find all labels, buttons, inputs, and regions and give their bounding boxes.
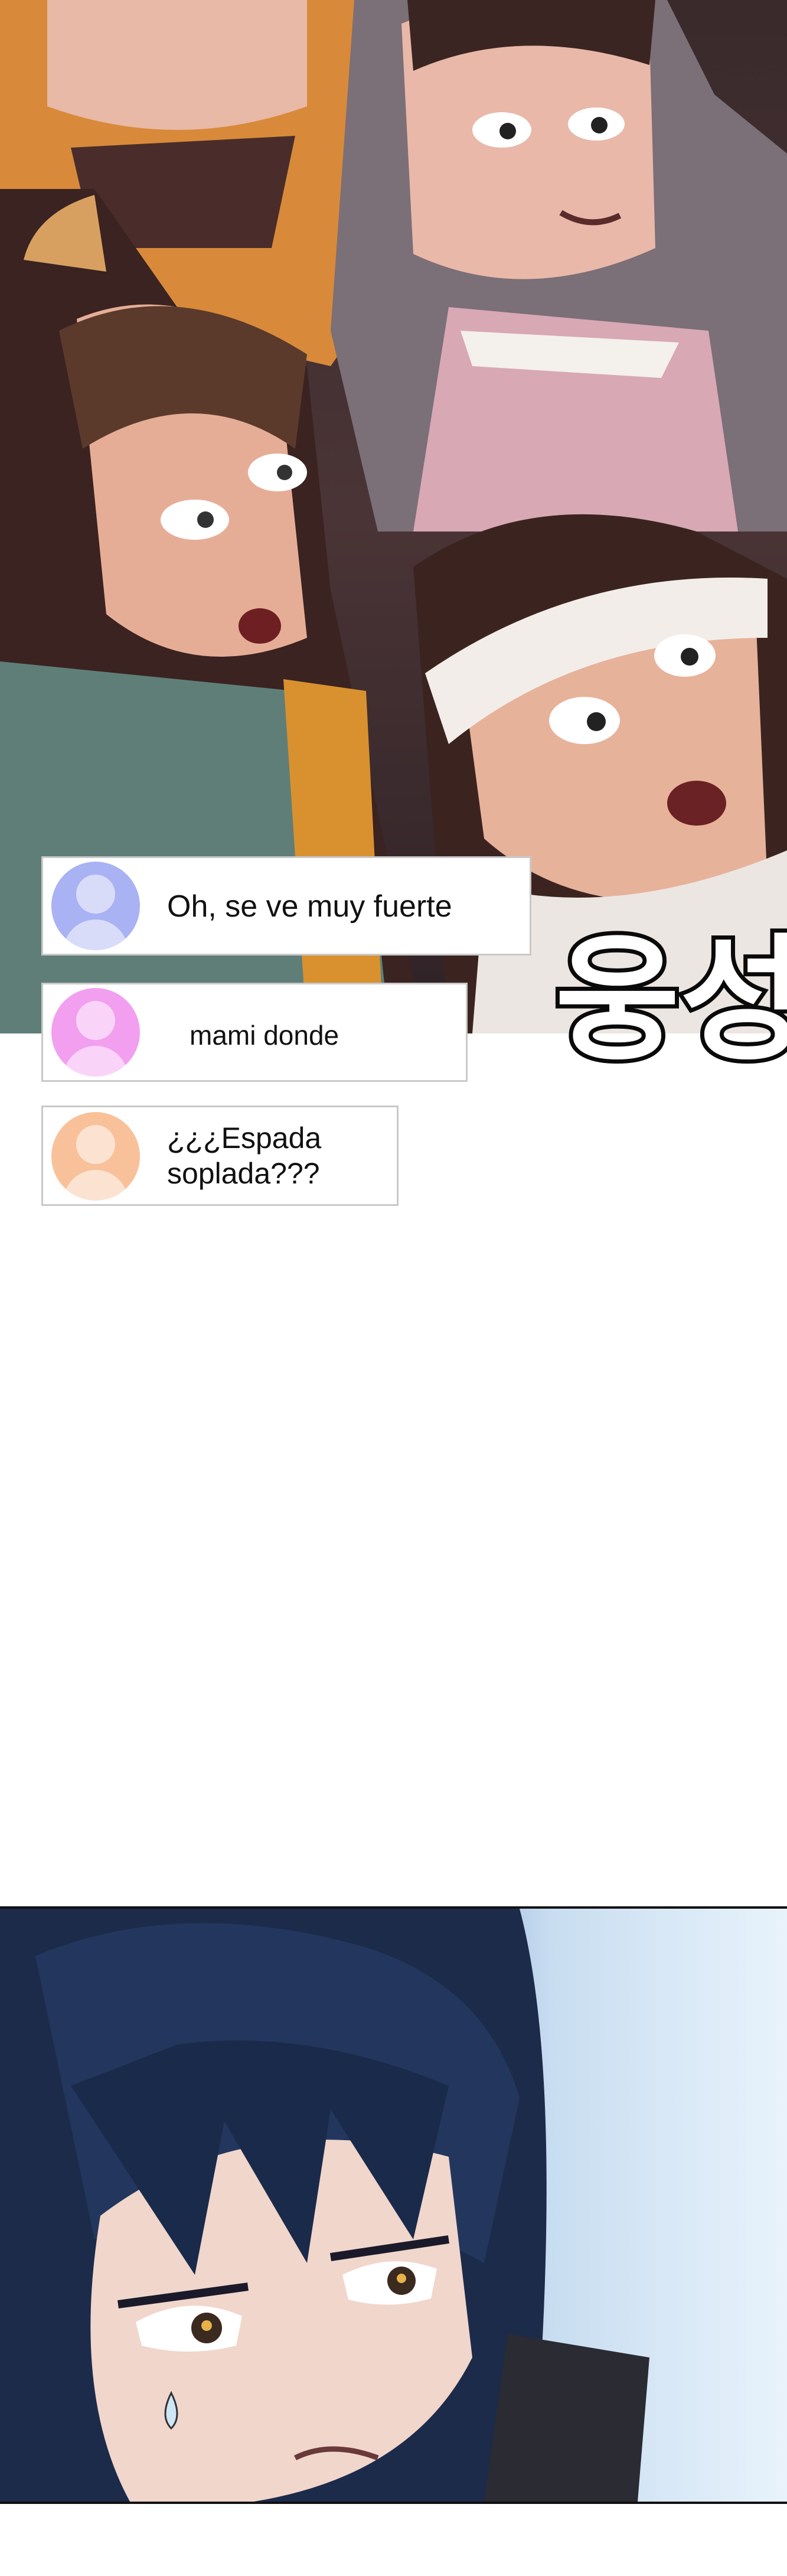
comment-card: ¿¿¿Espada soplada???	[41, 1106, 399, 1206]
avatar-body-icon	[63, 1170, 128, 1201]
avatar-head-icon	[76, 1125, 115, 1164]
avatar	[51, 988, 140, 1077]
comment-card: mami donde	[41, 983, 468, 1082]
avatar	[51, 862, 140, 950]
portrait-illustration	[0, 1909, 649, 2502]
comment-card: Oh, se ve muy fuerte	[41, 856, 531, 956]
comment-text: ¿¿¿Espada soplada???	[167, 1121, 322, 1190]
avatar-body-icon	[63, 1046, 128, 1077]
avatar-body-icon	[63, 919, 128, 950]
comment-text: mami donde	[190, 1020, 339, 1051]
comment-text: Oh, se ve muy fuerte	[167, 889, 452, 924]
avatar	[51, 1112, 140, 1201]
avatar-head-icon	[76, 875, 115, 914]
manga-panel-portrait	[0, 1906, 787, 2504]
avatar-head-icon	[76, 1001, 115, 1040]
sound-effect-text: 웅성	[551, 922, 787, 1080]
